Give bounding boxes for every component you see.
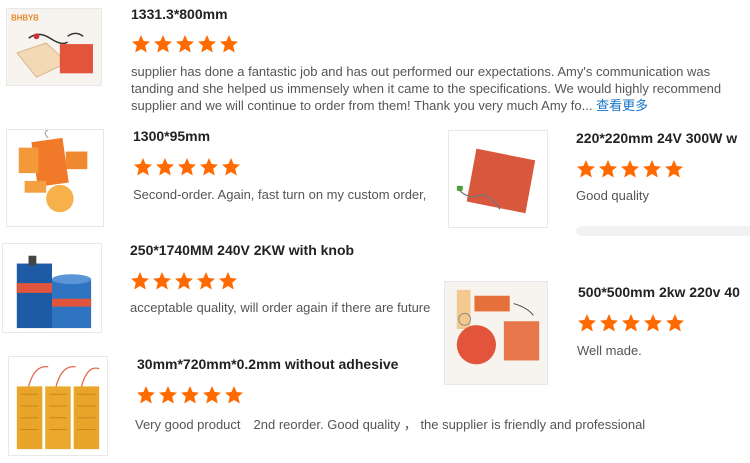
review-text: acceptable quality, will order again if … — [130, 300, 431, 315]
rating-stars — [133, 157, 241, 177]
star-icon — [577, 160, 595, 178]
star-icon — [222, 158, 240, 176]
star-icon — [153, 272, 171, 290]
star-icon — [219, 272, 237, 290]
star-icon — [203, 386, 221, 404]
star-icon — [159, 386, 177, 404]
star-icon — [134, 158, 152, 176]
review-text-end: supplier and we will continue to order f… — [131, 98, 593, 113]
star-icon — [622, 314, 640, 332]
review-title: 220*220mm 24V 300W w — [576, 130, 738, 146]
star-icon — [220, 35, 238, 53]
star-icon — [200, 158, 218, 176]
star-icon — [131, 272, 149, 290]
rating-stars — [577, 313, 685, 333]
review-thumbnail[interactable] — [444, 281, 548, 385]
star-icon — [156, 158, 174, 176]
star-icon — [137, 386, 155, 404]
review-text-line: supplier and we will continue to order f… — [131, 97, 750, 114]
star-icon — [225, 386, 243, 404]
review-thumbnail[interactable] — [8, 356, 108, 456]
star-icon — [578, 314, 596, 332]
star-icon — [600, 314, 618, 332]
star-icon — [643, 160, 661, 178]
review-title: 500*500mm 2kw 220v 40 — [578, 284, 740, 300]
review-title: 30mm*720mm*0.2mm without adhesive — [137, 356, 399, 372]
review-thumbnail[interactable] — [6, 129, 104, 227]
review-thumbnail[interactable] — [2, 243, 102, 333]
review-title: 1300*95mm — [133, 128, 211, 144]
heater-pad-image — [449, 131, 547, 227]
rating-stars — [131, 34, 239, 54]
rating-stars — [130, 271, 238, 291]
heater-pads-image: BHBYB — [7, 9, 101, 85]
star-icon — [132, 35, 150, 53]
star-icon — [666, 314, 684, 332]
star-icon — [175, 272, 193, 290]
star-icon — [644, 314, 662, 332]
see-more-link[interactable]: 查看更多 — [596, 98, 648, 113]
heater-pads-image — [445, 282, 547, 384]
review-text: Very good product 2nd reorder. Good qual… — [135, 417, 646, 432]
review-text-line: supplier has done a fantastic job and ha… — [131, 64, 711, 79]
review-thumbnail[interactable] — [448, 130, 548, 228]
review-text: Good quality — [576, 188, 649, 203]
star-icon — [181, 386, 199, 404]
review-title: 1331.3*800mm — [131, 6, 228, 22]
review-text: Well made. — [577, 343, 642, 358]
star-icon — [178, 158, 196, 176]
rating-stars — [576, 159, 684, 179]
star-icon — [599, 160, 617, 178]
review-thumbnail[interactable]: BHBYB — [6, 8, 102, 86]
star-icon — [198, 35, 216, 53]
star-icon — [621, 160, 639, 178]
star-icon — [154, 35, 172, 53]
review-text: Second-order. Again, fast turn on my cus… — [133, 187, 427, 202]
review-title: 250*1740MM 240V 2KW with knob — [130, 242, 355, 258]
drum-heater-image — [3, 244, 101, 332]
star-icon — [197, 272, 215, 290]
star-icon — [176, 35, 194, 53]
polyimide-heaters-image — [9, 357, 107, 455]
review-text-line: tanding and she helped us immensely when… — [131, 81, 722, 96]
heater-pads-image — [7, 130, 103, 226]
rating-stars — [136, 385, 244, 405]
placeholder-bar — [576, 226, 750, 236]
brand-logo: BHBYB — [11, 14, 39, 23]
star-icon — [665, 160, 683, 178]
